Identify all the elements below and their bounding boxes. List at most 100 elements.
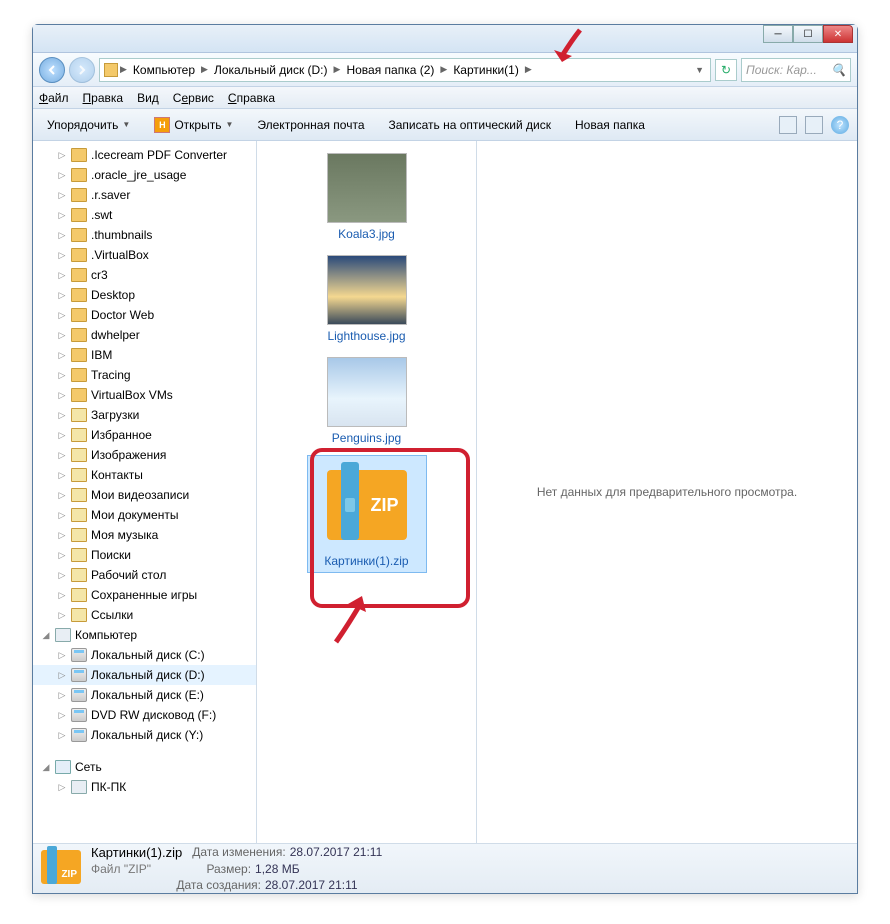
tree-folder[interactable]: ▷Doctor Web [33, 305, 256, 325]
help-button[interactable]: ? [831, 116, 849, 134]
maximize-button[interactable]: ☐ [793, 25, 823, 43]
nav-tree[interactable]: ▷.Icecream PDF Converter▷.oracle_jre_usa… [33, 141, 257, 843]
tree-label: Сохраненные игры [91, 588, 197, 602]
refresh-button[interactable]: ↻ [715, 59, 737, 81]
tree-folder[interactable]: ▷Изображения [33, 445, 256, 465]
expand-icon[interactable]: ▷ [57, 170, 67, 181]
expand-icon[interactable]: ▷ [57, 590, 67, 601]
organize-button[interactable]: Упорядочить ▼ [41, 116, 136, 134]
toolbar-right: ? [779, 116, 849, 134]
menu-edit[interactable]: Правка [83, 91, 124, 105]
file-item[interactable]: Penguins.jpg [307, 353, 427, 449]
expand-icon[interactable]: ▷ [57, 310, 67, 321]
preview-pane-button[interactable] [805, 116, 823, 134]
email-button[interactable]: Электронная почта [251, 116, 370, 134]
burn-button[interactable]: Записать на оптический диск [383, 116, 558, 134]
expand-icon[interactable]: ▷ [57, 710, 67, 721]
chevron-down-icon[interactable]: ▼ [693, 65, 706, 75]
collapse-icon[interactable]: ◢ [41, 762, 51, 773]
minimize-button[interactable]: ─ [763, 25, 793, 43]
tree-folder[interactable]: ▷.Icecream PDF Converter [33, 145, 256, 165]
tree-folder[interactable]: ▷.swt [33, 205, 256, 225]
address-bar[interactable]: ▶ Компьютер ▶ Локальный диск (D:) ▶ Нова… [99, 58, 711, 82]
tree-network[interactable]: ◢Сеть [33, 757, 256, 777]
expand-icon[interactable]: ▷ [57, 730, 67, 741]
expand-icon[interactable]: ▷ [57, 470, 67, 481]
view-mode-button[interactable] [779, 116, 797, 134]
open-button[interactable]: H Открыть ▼ [148, 115, 239, 135]
tree-folder[interactable]: ▷VirtualBox VMs [33, 385, 256, 405]
tree-folder[interactable]: ▷ Сохраненные игры [33, 585, 256, 605]
expand-icon[interactable]: ▷ [57, 570, 67, 581]
expand-icon[interactable]: ▷ [57, 290, 67, 301]
tree-drive[interactable]: ▷Локальный диск (Y:) [33, 725, 256, 745]
tree-folder[interactable]: ▷Ссылки [33, 605, 256, 625]
tree-folder[interactable]: ▷.VirtualBox [33, 245, 256, 265]
expand-icon[interactable]: ▷ [57, 410, 67, 421]
breadcrumb-computer[interactable]: Компьютер [129, 63, 199, 77]
expand-icon[interactable]: ▷ [57, 782, 67, 793]
tree-computer[interactable]: ◢Компьютер [33, 625, 256, 645]
expand-icon[interactable]: ▷ [57, 330, 67, 341]
expand-icon[interactable]: ▷ [57, 270, 67, 281]
menu-service[interactable]: Сервис [173, 91, 214, 105]
breadcrumb-folder[interactable]: Новая папка (2) [342, 63, 438, 77]
tree-folder[interactable]: ▷Избранное [33, 425, 256, 445]
tree-folder[interactable]: ▷IBM [33, 345, 256, 365]
file-list[interactable]: Koala3.jpgLighthouse.jpgPenguins.jpgZIPК… [257, 141, 477, 843]
tree-folder[interactable]: ▷dwhelper [33, 325, 256, 345]
tree-drive[interactable]: ▷Локальный диск (C:) [33, 645, 256, 665]
file-item[interactable]: Koala3.jpg [307, 149, 427, 245]
newfolder-button[interactable]: Новая папка [569, 116, 651, 134]
expand-icon[interactable]: ▷ [57, 190, 67, 201]
collapse-icon[interactable]: ◢ [41, 630, 51, 641]
expand-icon[interactable]: ▷ [57, 690, 67, 701]
file-item[interactable]: Lighthouse.jpg [307, 251, 427, 347]
back-button[interactable] [39, 57, 65, 83]
expand-icon[interactable]: ▷ [57, 510, 67, 521]
expand-icon[interactable]: ▷ [57, 370, 67, 381]
forward-button[interactable] [69, 57, 95, 83]
tree-folder[interactable]: ▷Мои документы [33, 505, 256, 525]
tree-drive[interactable]: ▷Локальный диск (E:) [33, 685, 256, 705]
menu-file[interactable]: Файл [39, 91, 69, 105]
tree-folder[interactable]: ▷Desktop [33, 285, 256, 305]
breadcrumb-disk[interactable]: Локальный диск (D:) [210, 63, 332, 77]
breadcrumb-current[interactable]: Картинки(1) [449, 63, 523, 77]
expand-icon[interactable]: ▷ [57, 210, 67, 221]
expand-icon[interactable]: ▷ [57, 610, 67, 621]
expand-icon[interactable]: ▷ [57, 250, 67, 261]
expand-icon[interactable]: ▷ [57, 350, 67, 361]
expand-icon[interactable]: ▷ [57, 550, 67, 561]
tree-folder[interactable]: ▷.oracle_jre_usage [33, 165, 256, 185]
menu-help[interactable]: Справка [228, 91, 275, 105]
expand-icon[interactable]: ▷ [57, 430, 67, 441]
tree-folder[interactable]: ▷Контакты [33, 465, 256, 485]
tree-drive[interactable]: ▷DVD RW дисковод (F:) [33, 705, 256, 725]
expand-icon[interactable]: ▷ [57, 490, 67, 501]
expand-icon[interactable]: ▷ [57, 230, 67, 241]
tree-folder[interactable]: ▷Загрузки [33, 405, 256, 425]
tree-network-node[interactable]: ▷ПК-ПК [33, 777, 256, 797]
status-size-value: 1,28 МБ [255, 862, 300, 876]
menu-view[interactable]: Вид [137, 91, 159, 105]
tree-folder[interactable]: ▷Мои видеозаписи [33, 485, 256, 505]
tree-drive[interactable]: ▷Локальный диск (D:) [33, 665, 256, 685]
expand-icon[interactable]: ▷ [57, 150, 67, 161]
tree-folder[interactable]: ▷Рабочий стол [33, 565, 256, 585]
tree-folder[interactable]: ▷.r.saver [33, 185, 256, 205]
tree-folder[interactable]: ▷Tracing [33, 365, 256, 385]
tree-folder[interactable]: ▷.thumbnails [33, 225, 256, 245]
expand-icon[interactable]: ▷ [57, 450, 67, 461]
close-button[interactable]: ✕ [823, 25, 853, 43]
search-input[interactable]: Поиск: Кар... 🔍 [741, 58, 851, 82]
chevron-right-icon: ▶ [118, 64, 129, 75]
tree-folder[interactable]: ▷cr3 [33, 265, 256, 285]
expand-icon[interactable]: ▷ [57, 390, 67, 401]
tree-folder[interactable]: ▷Поиски [33, 545, 256, 565]
expand-icon[interactable]: ▷ [57, 650, 67, 661]
tree-folder[interactable]: ▷Моя музыка [33, 525, 256, 545]
expand-icon[interactable]: ▷ [57, 670, 67, 681]
expand-icon[interactable]: ▷ [57, 530, 67, 541]
file-item[interactable]: ZIPКартинки(1).zip [307, 455, 427, 573]
